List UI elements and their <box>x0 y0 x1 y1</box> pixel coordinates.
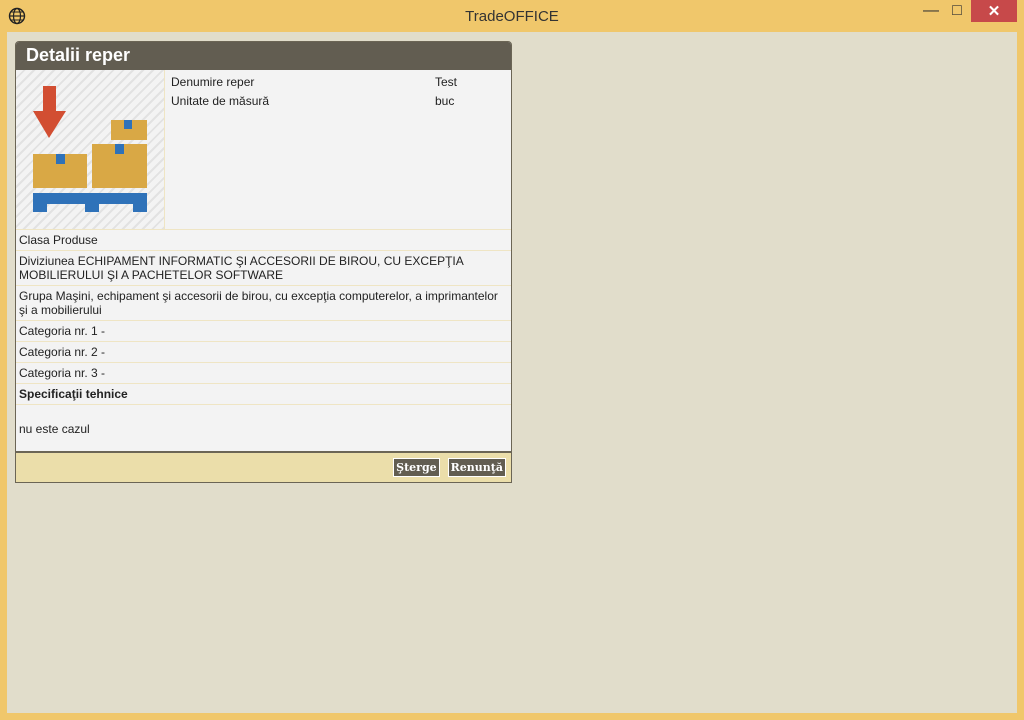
panel-title: Detalii reper <box>16 42 511 70</box>
cancel-button[interactable]: Renunţă <box>447 458 506 477</box>
property-row: Denumire reper Test <box>171 75 505 94</box>
property-value: Test <box>435 75 458 89</box>
delete-button[interactable]: Şterge <box>393 458 440 477</box>
item-image <box>16 70 165 229</box>
client-area: Detalii reper Denumire reper Test Unitate… <box>7 32 1017 713</box>
panel-footer: Şterge Renunţă <box>16 451 511 482</box>
property-value: buc <box>435 94 455 108</box>
minimize-button[interactable]: — <box>918 0 944 22</box>
item-details-panel: Detalii reper Denumire reper Test Unitate… <box>15 41 512 483</box>
close-button[interactable]: ✕ <box>971 0 1017 22</box>
spec-heading: Specificaţii tehnice <box>16 384 511 405</box>
property-label: Denumire reper <box>171 75 255 89</box>
division-row: Diviziunea ECHIPAMENT INFORMATIC ŞI ACCE… <box>16 251 511 286</box>
category-1-row: Categoria nr. 1 - <box>16 321 511 342</box>
spec-value: nu este cazul <box>19 422 90 436</box>
property-label: Unitate de măsură <box>171 94 270 108</box>
title-bar: TradeOFFICE — □ ✕ <box>0 0 1024 32</box>
window-title: TradeOFFICE <box>465 8 559 25</box>
property-row: Unitate de măsură buc <box>171 94 505 113</box>
category-3-row: Categoria nr. 3 - <box>16 363 511 384</box>
maximize-button[interactable]: □ <box>944 0 970 22</box>
pallet-boxes-icon <box>33 86 147 212</box>
class-row: Clasa Produse <box>16 230 511 251</box>
category-2-row: Categoria nr. 2 - <box>16 342 511 363</box>
group-row: Grupa Maşini, echipament şi accesorii de… <box>16 286 511 321</box>
